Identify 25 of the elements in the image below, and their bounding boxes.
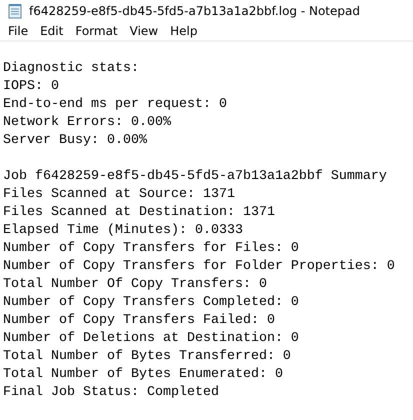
text-line: Total Number of Bytes Enumerated: 0 (3, 366, 283, 384)
text-line: Elapsed Time (Minutes): 0.0333 (3, 222, 243, 240)
text-line: Number of Copy Transfers for Files: 0 (3, 240, 299, 258)
menu-item[interactable]: Help (164, 22, 204, 40)
menu-item[interactable]: Format (69, 22, 124, 40)
text-line: Network Errors: 0.00% (3, 114, 171, 132)
text-line: Job f6428259-e8f5-db45-5fd5-a7b13a1a2bbf Summary (3, 168, 387, 186)
text-line: Number of Copy Transfers Completed: 0 (3, 294, 299, 312)
text-line: End-to-end ms per request: 0 (3, 96, 227, 114)
notepad-icon (7, 3, 23, 19)
text-line: Number of Copy Transfers for Folder Properties: 0 (3, 258, 395, 276)
text-line: Files Scanned at Source: 1371 (3, 186, 235, 204)
text-line: Number of Copy Transfers Failed: 0 (3, 312, 275, 330)
text-line: Server Busy: 0.00% (3, 132, 147, 150)
window-title: f6428259-e8f5-db45-5fd5-a7b13a1a2bbf.log - Notepad (29, 4, 360, 18)
text-line: Total Number Of Copy Transfers: 0 (3, 276, 267, 294)
text-line: Final Job Status: Completed (3, 384, 219, 402)
menu-item[interactable]: File (2, 22, 34, 40)
text-line: Files Scanned at Destination: 1371 (3, 204, 275, 222)
text-line: Total Number of Bytes Transferred: 0 (3, 348, 291, 366)
text-line: IOPS: 0 (3, 78, 59, 96)
text-line: Number of Deletions at Destination: 0 (3, 330, 299, 348)
menu-item[interactable]: View (124, 22, 164, 40)
text-line: Diagnostic stats: (3, 60, 139, 78)
menu-item[interactable]: Edit (34, 22, 70, 40)
